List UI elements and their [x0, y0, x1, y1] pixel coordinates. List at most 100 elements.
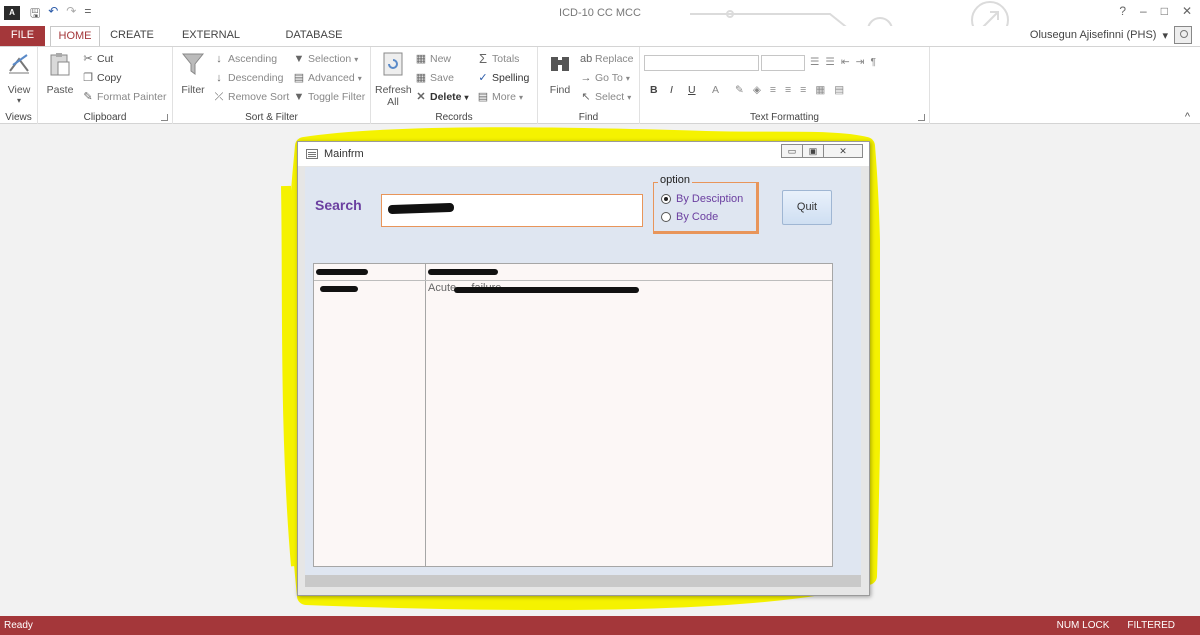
totals-button[interactable]: Σ Totals [477, 51, 520, 66]
underline-button[interactable]: U [688, 84, 696, 96]
radio-selected-icon[interactable] [661, 194, 671, 204]
form-scroll-strip[interactable] [305, 575, 861, 587]
format-painter-button[interactable]: ✎ Format Painter [82, 91, 166, 103]
redacted-code [320, 286, 358, 292]
clipboard-launcher-icon[interactable] [161, 114, 168, 121]
help-icon[interactable]: ? [1119, 4, 1126, 18]
align-right-icon[interactable]: ≡ [800, 84, 812, 96]
indent-icon[interactable]: ⇤ [841, 56, 853, 68]
cut-button[interactable]: ✂ Cut [82, 53, 113, 65]
sort-descending-icon: ↓ [216, 72, 222, 84]
ribbon-tabs: FILE HOME CREATE EXTERNAL DATA DATABASE … [0, 26, 1200, 60]
remove-sort-label: Remove Sort [228, 91, 290, 103]
filter-button[interactable]: Filter [177, 51, 209, 96]
user-account[interactable]: Olusegun Ajisefinni (PHS) ▾ [1030, 26, 1192, 44]
font-name-combo[interactable] [644, 55, 759, 71]
search-input[interactable] [381, 194, 643, 227]
spelling-label: Spelling [492, 72, 530, 84]
save-record-button[interactable]: ▦ Save [415, 72, 454, 84]
new-label: New [430, 53, 452, 65]
option-group: option By Desciption By Code [653, 174, 759, 234]
binoculars-icon [551, 57, 569, 71]
goto-button[interactable]: → Go To ▾ [580, 72, 630, 84]
redacted-header-1 [316, 269, 368, 275]
select-button[interactable]: ↖ Select ▾ [580, 91, 631, 103]
font-color-button[interactable]: A [712, 84, 719, 96]
collapse-ribbon-icon[interactable]: ^ [1185, 111, 1190, 123]
tab-database-tools[interactable]: DATABASE TOOLS [266, 26, 362, 60]
advanced-label: Advanced [308, 72, 355, 84]
close-icon[interactable]: ✕ [1182, 4, 1192, 18]
ascending-button[interactable]: ↓ Ascending [213, 53, 277, 65]
user-dropdown-icon[interactable]: ▾ [1162, 29, 1168, 42]
filter-icon [181, 53, 205, 75]
align-left-icon[interactable]: ≡ [770, 84, 782, 96]
bold-button[interactable]: B [650, 84, 658, 96]
delete-label: Delete [430, 91, 462, 103]
delete-button[interactable]: ✕ Delete ▾ [415, 91, 468, 103]
radio-unselected-icon[interactable] [661, 212, 671, 222]
tab-external-data[interactable]: EXTERNAL DATA [168, 26, 254, 60]
italic-button[interactable]: I [670, 84, 673, 96]
descending-label: Descending [228, 72, 284, 84]
group-label-find: Find [578, 112, 599, 123]
totals-label: Totals [492, 53, 520, 65]
gridlines-icon[interactable]: ▦ [815, 84, 831, 96]
list-buttons[interactable]: ☰ ☰ ⇤ ⇥ ¶ [810, 56, 879, 68]
user-name[interactable]: Olusegun Ajisefinni (PHS) [1030, 29, 1157, 41]
new-record-button[interactable]: ▦ New [415, 53, 451, 65]
minimize-icon[interactable]: – [1140, 4, 1147, 18]
group-label-clipboard: Clipboard [83, 112, 127, 123]
paste-button[interactable]: Paste [44, 51, 76, 96]
window-controls: ? – □ ✕ [1119, 4, 1192, 18]
align-center-icon[interactable]: ≡ [785, 84, 797, 96]
outdent-icon[interactable]: ⇥ [856, 56, 868, 68]
avatar[interactable] [1174, 26, 1192, 44]
radio-by-description-label: By Desciption [676, 193, 744, 205]
font-size-combo[interactable] [761, 55, 805, 71]
advanced-filter-icon: ▤ [293, 72, 305, 84]
refresh-all-button[interactable]: Refresh All [375, 51, 412, 108]
numbering-icon[interactable]: ☰ [825, 56, 837, 68]
restore-icon[interactable]: □ [1161, 4, 1168, 18]
selection-button[interactable]: ▼ Selection ▾ [293, 53, 359, 65]
form-close-icon[interactable]: ✕ [823, 144, 863, 158]
form-window-controls: ▭ ▣ ✕ [781, 144, 863, 158]
tab-file[interactable]: FILE [0, 26, 45, 46]
toggle-filter-button[interactable]: ▼ Toggle Filter [293, 91, 366, 103]
remove-sort-button[interactable]: ⤫ Remove Sort [213, 91, 290, 103]
sigma-icon: Σ [478, 51, 488, 66]
spelling-button[interactable]: ✓ Spelling [477, 72, 529, 84]
window-title: ICD-10 CC MCC [559, 7, 641, 19]
bullets-icon[interactable]: ☰ [810, 56, 822, 68]
copy-button[interactable]: ❐ Copy [82, 72, 121, 84]
radio-by-code-label: By Code [676, 211, 719, 223]
column-divider [425, 264, 426, 566]
tab-home[interactable]: HOME [50, 26, 100, 47]
fill-color-icon[interactable]: ◈ [753, 84, 767, 96]
tab-create[interactable]: CREATE [106, 26, 158, 46]
radio-by-code[interactable]: By Code [661, 211, 718, 223]
paragraph-icon[interactable]: ¶ [870, 56, 879, 68]
advanced-button[interactable]: ▤ Advanced ▾ [293, 72, 362, 84]
view-button[interactable]: View ▾ [4, 51, 34, 105]
status-indicators: NUM LOCK FILTERED [1057, 616, 1175, 635]
replace-button[interactable]: ab Replace [580, 53, 634, 65]
highlight-icon[interactable]: ✎ [735, 84, 750, 96]
status-bar: Ready NUM LOCK FILTERED [0, 616, 1200, 635]
quit-button[interactable]: Quit [782, 190, 832, 225]
descending-button[interactable]: ↓ Descending [213, 72, 283, 84]
view-arrow-icon: ▾ [16, 96, 21, 105]
find-button[interactable]: Find [544, 51, 576, 96]
form-minimize-icon[interactable]: ▭ [781, 144, 803, 158]
alternate-row-icon[interactable]: ▤ [834, 84, 850, 96]
form-restore-icon[interactable]: ▣ [802, 144, 824, 158]
text-formatting-launcher-icon[interactable] [918, 114, 925, 121]
more-label: More [492, 91, 516, 103]
radio-by-description[interactable]: By Desciption [661, 193, 743, 205]
more-button[interactable]: ▤ More ▾ [477, 91, 523, 103]
formatting-tools[interactable]: ✎ ◈ ≡ ≡ ≡ ▦ ▤ [735, 84, 850, 96]
redacted-header-2 [428, 269, 498, 275]
form-icon [306, 149, 318, 159]
results-listbox[interactable]: Acute ... failure [313, 263, 833, 567]
